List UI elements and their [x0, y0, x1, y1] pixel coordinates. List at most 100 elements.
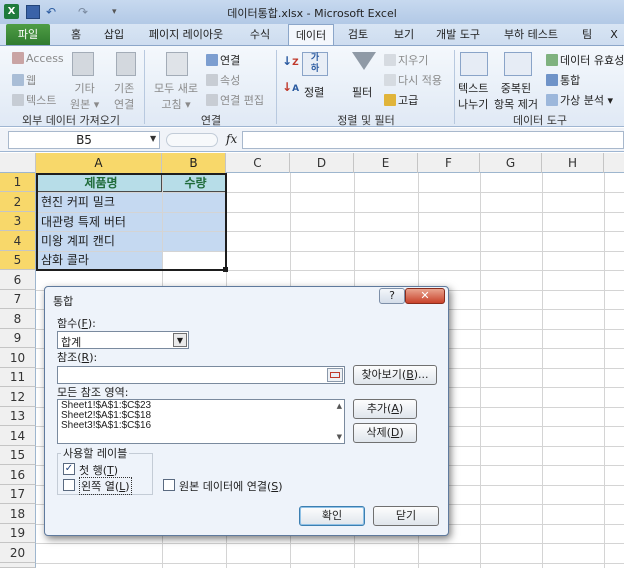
left-column-checkbox[interactable]: [63, 479, 75, 491]
row-header-18[interactable]: 18: [0, 504, 36, 524]
row-header-8[interactable]: 8: [0, 309, 36, 329]
properties-button[interactable]: 속성: [206, 72, 240, 88]
row-header-5[interactable]: 5: [0, 251, 36, 270]
column-header-d[interactable]: D: [290, 153, 354, 173]
select-all-corner[interactable]: [0, 153, 36, 173]
tab-page-layout[interactable]: 페이지 레이아웃: [140, 24, 232, 46]
tab-view[interactable]: 보기: [384, 24, 424, 46]
column-header-b[interactable]: B: [162, 153, 226, 173]
row-header-11[interactable]: 11: [0, 368, 36, 387]
cell-b5-active[interactable]: [163, 252, 225, 269]
sort-az-icon[interactable]: ↓Z: [282, 54, 299, 68]
web-button[interactable]: 웹: [12, 72, 36, 88]
text-to-columns-button[interactable]: 텍스트 나누기: [458, 80, 488, 112]
cell-b1[interactable]: 수량: [163, 175, 225, 192]
row-header-20[interactable]: 20: [0, 543, 36, 563]
advanced-button[interactable]: 고급: [384, 92, 418, 108]
add-button[interactable]: 추가(A): [353, 399, 417, 419]
reapply-button[interactable]: 다시 적용: [384, 72, 442, 88]
data-validation-button[interactable]: 데이터 유효성: [546, 52, 624, 68]
row-header-7[interactable]: 7: [0, 290, 36, 309]
column-header-h[interactable]: H: [542, 153, 604, 173]
cell-b2[interactable]: [163, 193, 225, 212]
refresh-all-button[interactable]: 모두 새로 고침 ▾: [154, 80, 198, 112]
function-select[interactable]: 합계 ▼: [57, 331, 189, 349]
tab-file[interactable]: 파일: [6, 24, 50, 46]
cell-b3[interactable]: [163, 213, 225, 231]
tab-insert[interactable]: 삽입: [94, 24, 134, 46]
function-select-value: 합계: [61, 336, 82, 349]
consolidate-button[interactable]: 통합: [546, 72, 580, 88]
row-header-3[interactable]: 3: [0, 212, 36, 231]
what-if-button[interactable]: 가상 분석 ▾: [546, 92, 613, 108]
delete-button[interactable]: 삭제(D): [353, 423, 417, 443]
name-box[interactable]: B5: [8, 131, 160, 149]
row-header-10[interactable]: 10: [0, 348, 36, 368]
remove-duplicates-button[interactable]: 중복된 항목 제거: [494, 80, 538, 112]
tab-formulas[interactable]: 수식: [238, 24, 282, 46]
list-item[interactable]: Sheet3!$A$1:$C$16: [61, 421, 151, 431]
row-header-16[interactable]: 16: [0, 465, 36, 485]
filter-button[interactable]: 필터: [352, 84, 372, 100]
column-header-c[interactable]: C: [226, 153, 290, 173]
cell-a1[interactable]: 제품명: [38, 175, 162, 192]
row-header-1[interactable]: 1: [0, 173, 36, 192]
formula-bar-expand-icon[interactable]: [166, 133, 218, 147]
edit-links-button[interactable]: 연결 편집: [206, 92, 264, 108]
browse-button[interactable]: 찾아보기(B)...: [353, 365, 437, 385]
access-button[interactable]: Access: [12, 52, 64, 65]
cell-b4[interactable]: [163, 232, 225, 251]
fill-handle[interactable]: [223, 267, 228, 272]
sort-za-icon[interactable]: ↓A: [282, 80, 299, 94]
row-header-12[interactable]: 12: [0, 387, 36, 407]
help-button[interactable]: ?: [379, 288, 405, 304]
list-scroll-up-icon[interactable]: ▲: [337, 402, 342, 410]
link-source-checkbox[interactable]: [163, 479, 175, 491]
row-header-9[interactable]: 9: [0, 329, 36, 348]
reference-input[interactable]: [57, 366, 345, 384]
row-header-4[interactable]: 4: [0, 231, 36, 251]
sort-dialog-icon[interactable]: 가하: [302, 52, 328, 76]
row-header-21[interactable]: 21: [0, 563, 36, 568]
tab-load-test[interactable]: 부하 테스트: [496, 24, 566, 46]
row-header-17[interactable]: 17: [0, 485, 36, 504]
row-header-2[interactable]: 2: [0, 192, 36, 212]
cell-a4[interactable]: 미왕 계피 캔디: [38, 232, 162, 251]
cell-a5[interactable]: 삼화 콜라: [38, 252, 162, 269]
column-header-e[interactable]: E: [354, 153, 418, 173]
sort-button[interactable]: 정렬: [304, 84, 324, 100]
insert-function-icon[interactable]: fx: [226, 132, 237, 146]
formula-input[interactable]: [242, 131, 624, 149]
column-header-f[interactable]: F: [418, 153, 480, 173]
clear-button[interactable]: 지우기: [384, 52, 428, 68]
collapse-dialog-icon[interactable]: [327, 368, 343, 382]
close-button[interactable]: ✕: [405, 288, 445, 304]
ok-button[interactable]: 확인: [299, 506, 365, 526]
cell-a2[interactable]: 현진 커피 밀크: [38, 193, 162, 212]
column-header-g[interactable]: G: [480, 153, 542, 173]
name-box-dropdown-icon[interactable]: ▼: [150, 134, 156, 143]
other-sources-button[interactable]: 기타 원본 ▾: [70, 80, 99, 112]
reapply-icon: [384, 74, 396, 86]
cell-a3[interactable]: 대관령 특제 버터: [38, 213, 162, 231]
tab-review[interactable]: 검토: [338, 24, 378, 46]
list-scroll-down-icon[interactable]: ▼: [337, 433, 342, 441]
tab-extra[interactable]: X: [604, 24, 624, 46]
row-header-13[interactable]: 13: [0, 407, 36, 426]
tab-home[interactable]: 홈: [58, 24, 94, 46]
top-row-checkbox[interactable]: ✓: [63, 463, 75, 475]
row-header-14[interactable]: 14: [0, 426, 36, 446]
close-dialog-button[interactable]: 닫기: [373, 506, 439, 526]
tab-team[interactable]: 팀: [572, 24, 602, 46]
all-references-list[interactable]: Sheet1!$A$1:$C$23 Sheet2!$A$1:$C$18 Shee…: [57, 399, 345, 444]
text-button[interactable]: 텍스트: [12, 92, 56, 108]
row-header-6[interactable]: 6: [0, 270, 36, 290]
tab-developer[interactable]: 개발 도구: [428, 24, 488, 46]
consolidate-dialog: 통합 ? ✕ 함수(F): 합계 ▼ 참조(R): 찾아보기(B)... 모든 …: [44, 286, 449, 536]
column-header-a[interactable]: A: [36, 153, 162, 173]
existing-connections-button[interactable]: 기존 연결: [114, 80, 134, 112]
row-header-19[interactable]: 19: [0, 524, 36, 543]
connections-button[interactable]: 연결: [206, 52, 240, 68]
tab-data[interactable]: 데이터: [288, 24, 334, 46]
row-header-15[interactable]: 15: [0, 446, 36, 465]
